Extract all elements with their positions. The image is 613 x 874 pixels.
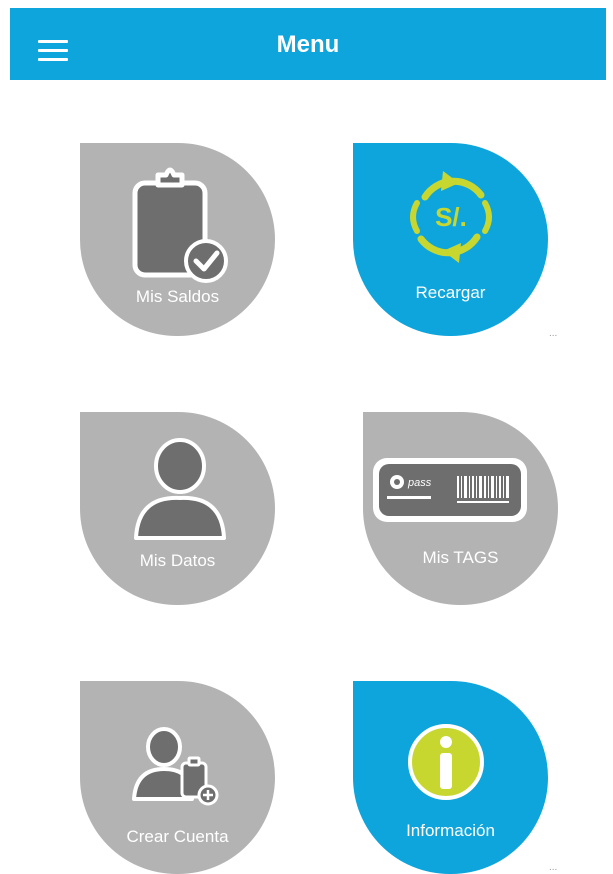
tag-card-icon: pass bbox=[373, 458, 527, 522]
tile-label-crear-cuenta: Crear Cuenta bbox=[126, 827, 229, 846]
clipboard-check-icon bbox=[132, 167, 228, 283]
tile-label-informacion: Información bbox=[406, 821, 495, 840]
user-icon bbox=[134, 438, 226, 540]
overflow-dots: ... bbox=[549, 328, 558, 339]
tile-label-mis-tags: Mis TAGS bbox=[422, 548, 499, 567]
tile-informacion[interactable]: Información bbox=[353, 681, 548, 874]
tag-brand-text: pass bbox=[407, 477, 432, 489]
info-icon bbox=[408, 724, 484, 800]
add-account-icon bbox=[132, 727, 219, 806]
overflow-dots: ... bbox=[549, 862, 558, 873]
app-header: Menu bbox=[10, 8, 606, 80]
svg-text:S/.: S/. bbox=[435, 202, 467, 232]
page-title: Menu bbox=[276, 31, 340, 58]
tile-label-mis-datos: Mis Datos bbox=[139, 551, 216, 570]
tile-label-recargar: Recargar bbox=[415, 283, 486, 302]
tile-crear-cuenta[interactable]: Crear Cuenta bbox=[80, 681, 275, 874]
tile-mis-tags[interactable]: pass Mis TAGS bbox=[363, 412, 558, 605]
tile-label-mis-saldos: Mis Saldos bbox=[135, 287, 220, 306]
tile-mis-datos[interactable]: Mis Datos bbox=[80, 412, 275, 605]
tile-mis-saldos[interactable]: Mis Saldos bbox=[80, 143, 275, 336]
tile-recargar[interactable]: S/. Recargar bbox=[353, 143, 548, 336]
soles-refresh-icon: S/. bbox=[410, 171, 492, 263]
